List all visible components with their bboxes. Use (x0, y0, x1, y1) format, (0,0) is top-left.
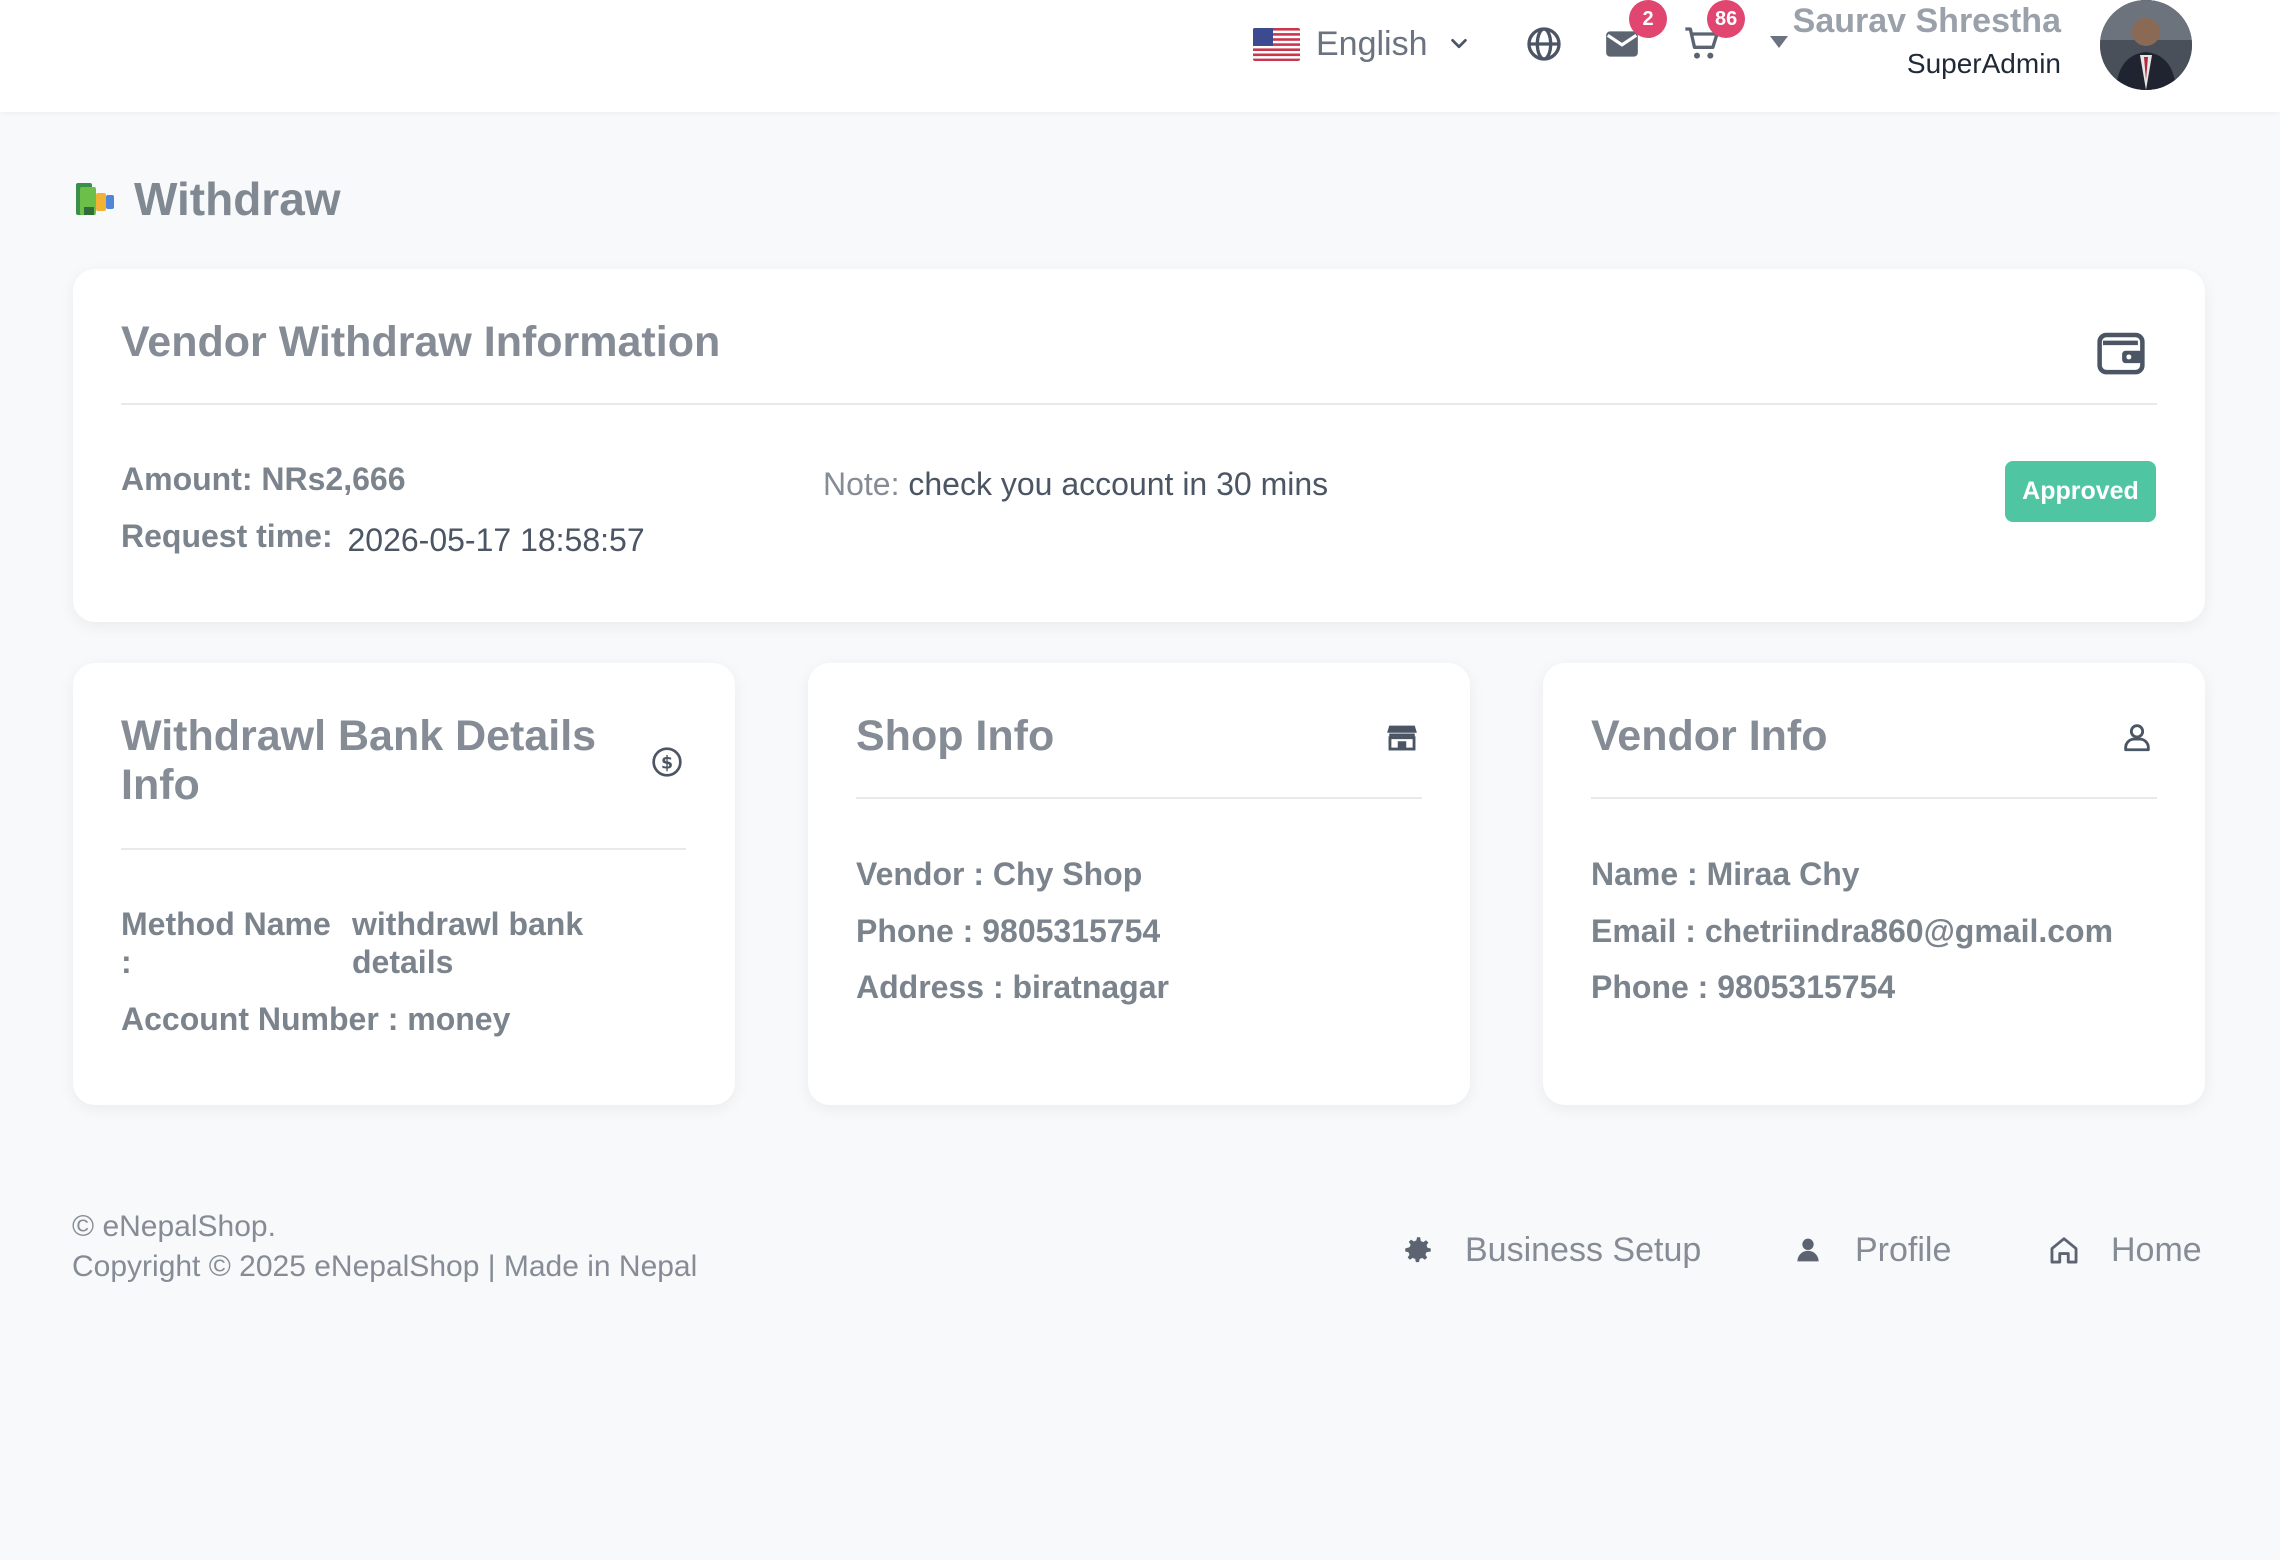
vendor-email-value: chetriindra860@gmail.com (1704, 913, 2114, 949)
vendor-info-title: Vendor Info (1591, 712, 1828, 760)
amount-value: NRs2,666 (261, 461, 406, 497)
vendor-name-value: Miraa Chy (1706, 856, 1860, 892)
method-name-value-line1: withdrawl bank (352, 906, 584, 942)
method-name-value-line2: details (352, 944, 454, 980)
withdraw-icon (76, 183, 114, 215)
footer-link-profile[interactable]: Profile (1791, 1228, 1951, 1272)
footer-link-label: Business Setup (1465, 1230, 1702, 1269)
gear-icon (1405, 1237, 1431, 1263)
withdraw-info-title: Vendor Withdraw Information (121, 318, 721, 366)
svg-text:$: $ (661, 753, 673, 773)
vendor-info-divider (1591, 797, 2157, 799)
bank-details-title: Withdrawl Bank Details Info (121, 712, 596, 810)
shop-phone-row: Phone : 9805315754 (856, 913, 1160, 950)
bank-details-title-line2: Info (121, 761, 200, 809)
footer-link-label: Home (2111, 1230, 2202, 1269)
footer-copyright: Copyright © 2025 eNepalShop | Made in Ne… (72, 1250, 698, 1283)
user-name[interactable]: Saurav Shrestha (1793, 2, 2061, 41)
dollar-circle-icon: $ (651, 746, 683, 778)
vendor-phone-value: 9805315754 (1717, 969, 1896, 1005)
shop-vendor-value: Chy Shop (992, 856, 1143, 892)
note-label: Note: (823, 466, 900, 502)
account-number-value: money (407, 1001, 511, 1037)
home-icon (2050, 1237, 2078, 1264)
request-time-label: Request time: (121, 518, 333, 554)
vendor-email-label: Email : (1591, 913, 1696, 949)
vendor-name-label: Name : (1591, 856, 1698, 892)
chevron-down-icon (1450, 38, 1467, 49)
user-role: SuperAdmin (1906, 48, 2061, 79)
request-time-value: 2026-05-17 18:58:57 (347, 522, 645, 558)
footer-link-label: Profile (1855, 1230, 1952, 1269)
top-header: English 2 86 Saurav Shrestha SuperAdmin (0, 0, 2280, 112)
account-number-label: Account Number : (121, 1001, 399, 1037)
shop-phone-value: 9805315754 (982, 913, 1161, 949)
language-label: English (1316, 24, 1428, 63)
note-row: Note: check you account in 30 mins (823, 466, 1328, 503)
method-name-label-line1: Method Name (121, 906, 331, 942)
note-value: check you account in 30 mins (908, 466, 1329, 502)
footer-link-business-setup[interactable]: Business Setup (1401, 1228, 1701, 1272)
shop-vendor-label: Vendor : (856, 856, 985, 892)
shop-vendor-row: Vendor : Chy Shop (856, 856, 1142, 893)
status-badge: Approved (2005, 461, 2156, 522)
globe-icon[interactable] (1524, 24, 1564, 64)
language-selector[interactable]: English (1253, 20, 1470, 68)
vendor-phone-row: Phone : 9805315754 (1591, 969, 1895, 1006)
withdraw-info-divider (121, 403, 2157, 405)
vendor-phone-label: Phone : (1591, 969, 1709, 1005)
footer-link-home[interactable]: Home (2047, 1228, 2202, 1272)
user-icon (2120, 720, 2154, 754)
shop-address-value: biratnagar (1012, 969, 1169, 1005)
person-icon (1797, 1238, 1819, 1262)
page-heading: Withdraw (72, 172, 341, 226)
messages-badge: 2 (1629, 0, 1667, 38)
shop-info-title: Shop Info (856, 712, 1055, 760)
cart-badge: 86 (1707, 0, 1746, 38)
footer-brand: © eNepalShop. (72, 1210, 276, 1243)
vendor-email-row: Email : chetriindra860@gmail.com (1591, 913, 2113, 950)
shop-address-row: Address : biratnagar (856, 969, 1169, 1006)
bank-details-divider (121, 848, 686, 850)
us-flag-icon (1253, 27, 1300, 61)
account-number-row: Account Number : money (121, 1001, 510, 1038)
store-icon (1385, 720, 1419, 754)
avatar[interactable] (2100, 0, 2192, 90)
shop-info-divider (856, 797, 1422, 799)
wallet-icon (2094, 325, 2148, 381)
page-title: Withdraw (134, 173, 341, 225)
request-time-row: Request time: 2026-05-17 18:58:57 (121, 518, 645, 558)
shop-phone-label: Phone : (856, 913, 974, 949)
caret-down-icon[interactable] (1768, 34, 1790, 50)
method-name-label: Method Name : (121, 905, 331, 981)
shop-address-label: Address : (856, 969, 1004, 1005)
vendor-name-row: Name : Miraa Chy (1591, 856, 1860, 893)
method-name-value: withdrawl bank details (352, 905, 583, 981)
bank-details-title-line1: Withdrawl Bank Details (121, 712, 597, 760)
method-name-label-line2: : (121, 944, 132, 980)
amount-row: Amount: NRs2,666 (121, 461, 406, 498)
amount-label: Amount: (121, 461, 253, 497)
